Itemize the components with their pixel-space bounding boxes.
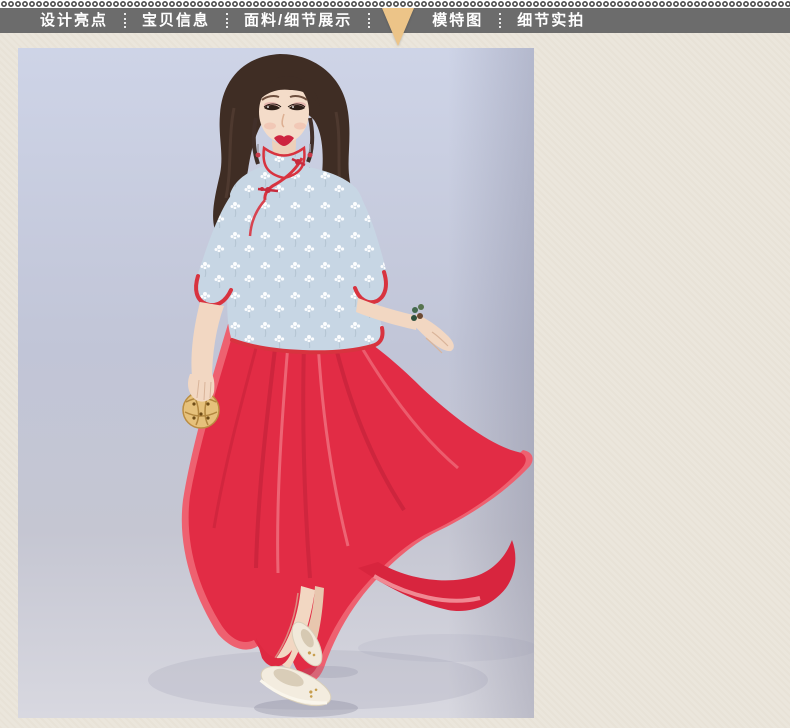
tab-fabric-details[interactable]: 面料/细节展示 [228,8,368,33]
tab-divider [368,13,370,28]
model-photo-illustration [18,48,534,718]
tab-detail-shots[interactable]: 细节实拍 [501,8,601,33]
model-photo [18,48,534,718]
active-tab-arrow-icon [382,8,414,46]
tab-model-photos[interactable]: 模特图 [416,8,499,33]
tab-design-highlights[interactable]: 设计亮点 [24,8,124,33]
backdrop-shadow [448,48,534,718]
tab-product-info[interactable]: 宝贝信息 [126,8,226,33]
active-tab-marker [380,8,416,33]
chain-border [0,0,790,8]
section-navbar: 设计亮点 宝贝信息 面料/细节展示 模特图 细节实拍 [0,8,790,33]
page-body [0,33,790,728]
